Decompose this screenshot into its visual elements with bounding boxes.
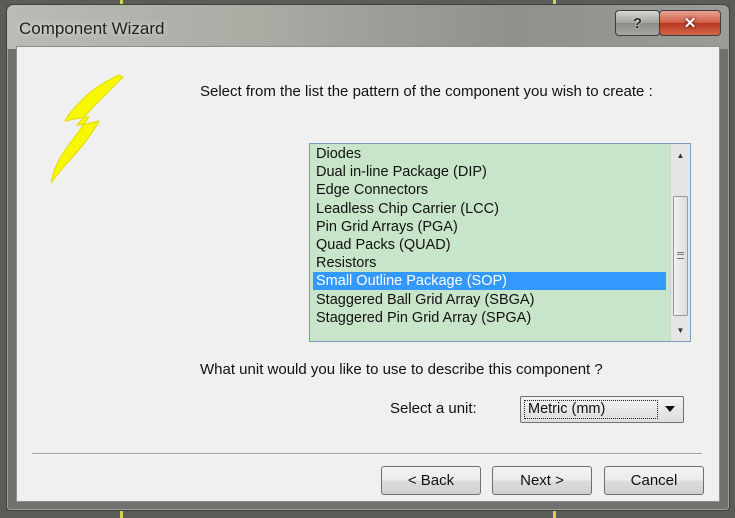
list-item[interactable]: Edge Connectors — [313, 181, 666, 199]
title-bar[interactable]: Component Wizard ? ✕ — [7, 5, 729, 49]
lightning-bolt-icon — [50, 74, 124, 184]
close-icon: ✕ — [683, 15, 697, 32]
list-item[interactable]: Staggered Pin Grid Array (SPGA) — [313, 309, 666, 327]
wizard-body: Select from the list the pattern of the … — [16, 46, 720, 502]
pattern-prompt: Select from the list the pattern of the … — [200, 83, 653, 100]
chevron-down-icon — [665, 406, 675, 412]
list-item[interactable]: Pin Grid Arrays (PGA) — [313, 218, 666, 236]
list-item[interactable]: Small Outline Package (SOP) — [313, 272, 666, 291]
help-button[interactable]: ? — [615, 10, 660, 36]
arrow-down-icon[interactable]: ▼ — [671, 321, 690, 339]
list-scrollbar[interactable]: ▲ ▼ — [670, 144, 690, 341]
unit-label: Select a unit: — [390, 400, 477, 417]
arrow-up-icon[interactable]: ▲ — [671, 146, 690, 164]
pattern-listbox[interactable]: Diodes Dual in-line Package (DIP) Edge Con… — [309, 143, 691, 342]
window-title: Component Wizard — [19, 19, 165, 38]
grip-icon — [677, 252, 684, 259]
component-wizard-dialog: Component Wizard ? ✕ Select from the lis… — [6, 4, 730, 511]
unit-select-value: Metric (mm) — [524, 400, 658, 419]
cancel-button[interactable]: Cancel — [604, 466, 704, 495]
list-item[interactable]: Diodes — [313, 145, 666, 163]
list-item[interactable]: Resistors — [313, 254, 666, 272]
unit-question: What unit would you like to use to descr… — [200, 361, 603, 378]
back-button[interactable]: < Back — [381, 466, 481, 495]
scrollbar-thumb[interactable] — [673, 196, 688, 316]
next-button[interactable]: Next > — [492, 466, 592, 495]
help-icon: ? — [632, 14, 643, 32]
list-item[interactable]: Staggered Ball Grid Array (SBGA) — [313, 291, 666, 309]
list-item[interactable]: Quad Packs (QUAD) — [313, 236, 666, 254]
unit-select[interactable]: Metric (mm) — [520, 396, 684, 423]
close-button[interactable]: ✕ — [659, 10, 721, 36]
separator — [32, 453, 702, 455]
list-item[interactable]: Dual in-line Package (DIP) — [313, 163, 666, 181]
list-item[interactable]: Leadless Chip Carrier (LCC) — [313, 200, 666, 218]
